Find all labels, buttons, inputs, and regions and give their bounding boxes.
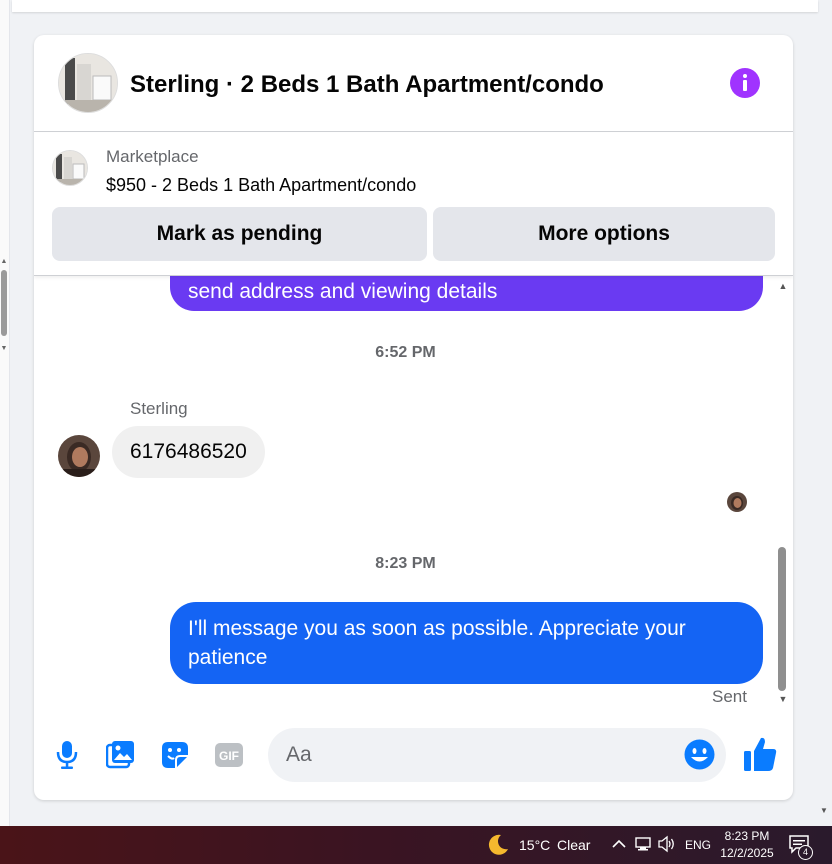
message-scroll-up-arrow[interactable]: ▲ (776, 281, 790, 291)
chevron-up-icon[interactable] (610, 835, 628, 853)
photo-icon[interactable] (106, 736, 136, 774)
mark-as-pending-button[interactable]: Mark as pending (52, 207, 427, 261)
gif-icon[interactable]: GIF (214, 736, 244, 774)
message-timestamp: 6:52 PM (375, 344, 436, 361)
language-indicator[interactable]: ENG (685, 838, 711, 852)
listing-title[interactable]: $950 - 2 Beds 1 Bath Apartment/condo (106, 175, 416, 196)
microphone-icon[interactable] (52, 736, 82, 774)
sender-name: Sterling (130, 399, 188, 418)
info-icon[interactable] (730, 68, 760, 98)
notification-count-badge: 4 (798, 845, 813, 860)
message-status: Sent (712, 687, 747, 706)
weather-condition[interactable]: Clear (557, 837, 590, 853)
left-scrollbar-thumb[interactable] (1, 270, 7, 336)
moon-icon[interactable] (486, 833, 510, 857)
listing-source-label: Marketplace (106, 147, 199, 166)
listing-avatar[interactable] (58, 53, 118, 113)
page-scroll-down-arrow[interactable]: ▼ (818, 806, 830, 815)
thumbs-up-icon[interactable] (742, 735, 778, 773)
message-scrollbar-thumb[interactable] (778, 547, 786, 691)
message-timestamp: 8:23 PM (375, 555, 436, 572)
message-scroll-down-arrow[interactable]: ▼ (776, 694, 790, 704)
chat-title: Sterling · 2 Beds 1 Bath Apartment/condo (130, 71, 604, 98)
emoji-icon[interactable] (683, 738, 716, 771)
message-composer: GIF (34, 716, 793, 800)
listing-thumbnail[interactable] (52, 150, 88, 186)
windows-taskbar: 15°C Clear ENG 8:23 PM 12/2/2025 4 (0, 826, 832, 864)
weather-temperature[interactable]: 15°C (519, 837, 550, 853)
more-options-button[interactable]: More options (433, 207, 775, 261)
sticker-icon[interactable] (160, 736, 190, 774)
network-icon[interactable] (634, 835, 652, 853)
outgoing-message-bubble[interactable]: I'll message you as soon as possible. Ap… (170, 602, 763, 684)
message-list: send address and viewing details 6:52 PM… (34, 276, 793, 716)
seen-receipt-avatar (727, 492, 747, 512)
sender-avatar[interactable] (58, 435, 100, 477)
left-scroll-up-arrow[interactable]: ▲ (0, 258, 8, 265)
left-panel-edge (0, 0, 10, 826)
message-input[interactable] (268, 728, 726, 782)
outgoing-message-bubble[interactable]: send address and viewing details (170, 276, 763, 311)
left-scroll-down-arrow[interactable]: ▼ (0, 345, 8, 352)
svg-text:GIF: GIF (219, 749, 239, 763)
marketplace-listing-card: Marketplace $950 - 2 Beds 1 Bath Apartme… (34, 133, 793, 276)
incoming-message-bubble[interactable]: 6176486520 (112, 426, 265, 478)
browser-top-bar (12, 0, 818, 12)
clock-date[interactable]: 12/2/2025 (712, 846, 782, 860)
chat-window: Sterling · 2 Beds 1 Bath Apartment/condo… (34, 35, 793, 800)
volume-icon[interactable] (657, 835, 677, 853)
chat-header: Sterling · 2 Beds 1 Bath Apartment/condo (34, 35, 793, 132)
clock-time[interactable]: 8:23 PM (712, 829, 782, 843)
